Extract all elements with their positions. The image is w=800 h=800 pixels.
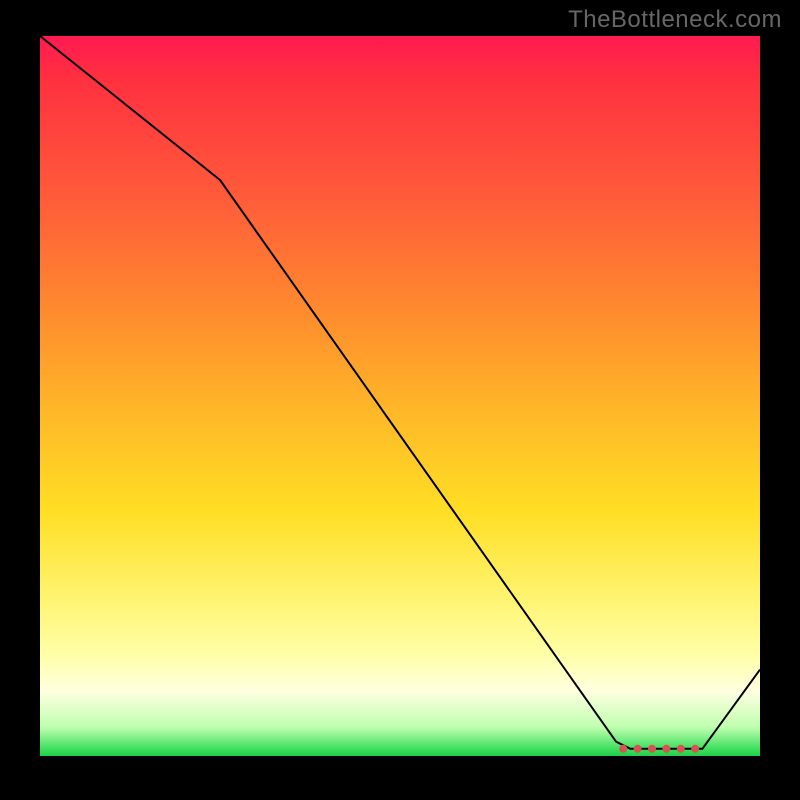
chart-frame: TheBottleneck.com	[0, 0, 800, 800]
plot-area	[40, 36, 760, 756]
plot-gradient-background	[40, 36, 760, 756]
watermark-text: TheBottleneck.com	[568, 6, 782, 34]
